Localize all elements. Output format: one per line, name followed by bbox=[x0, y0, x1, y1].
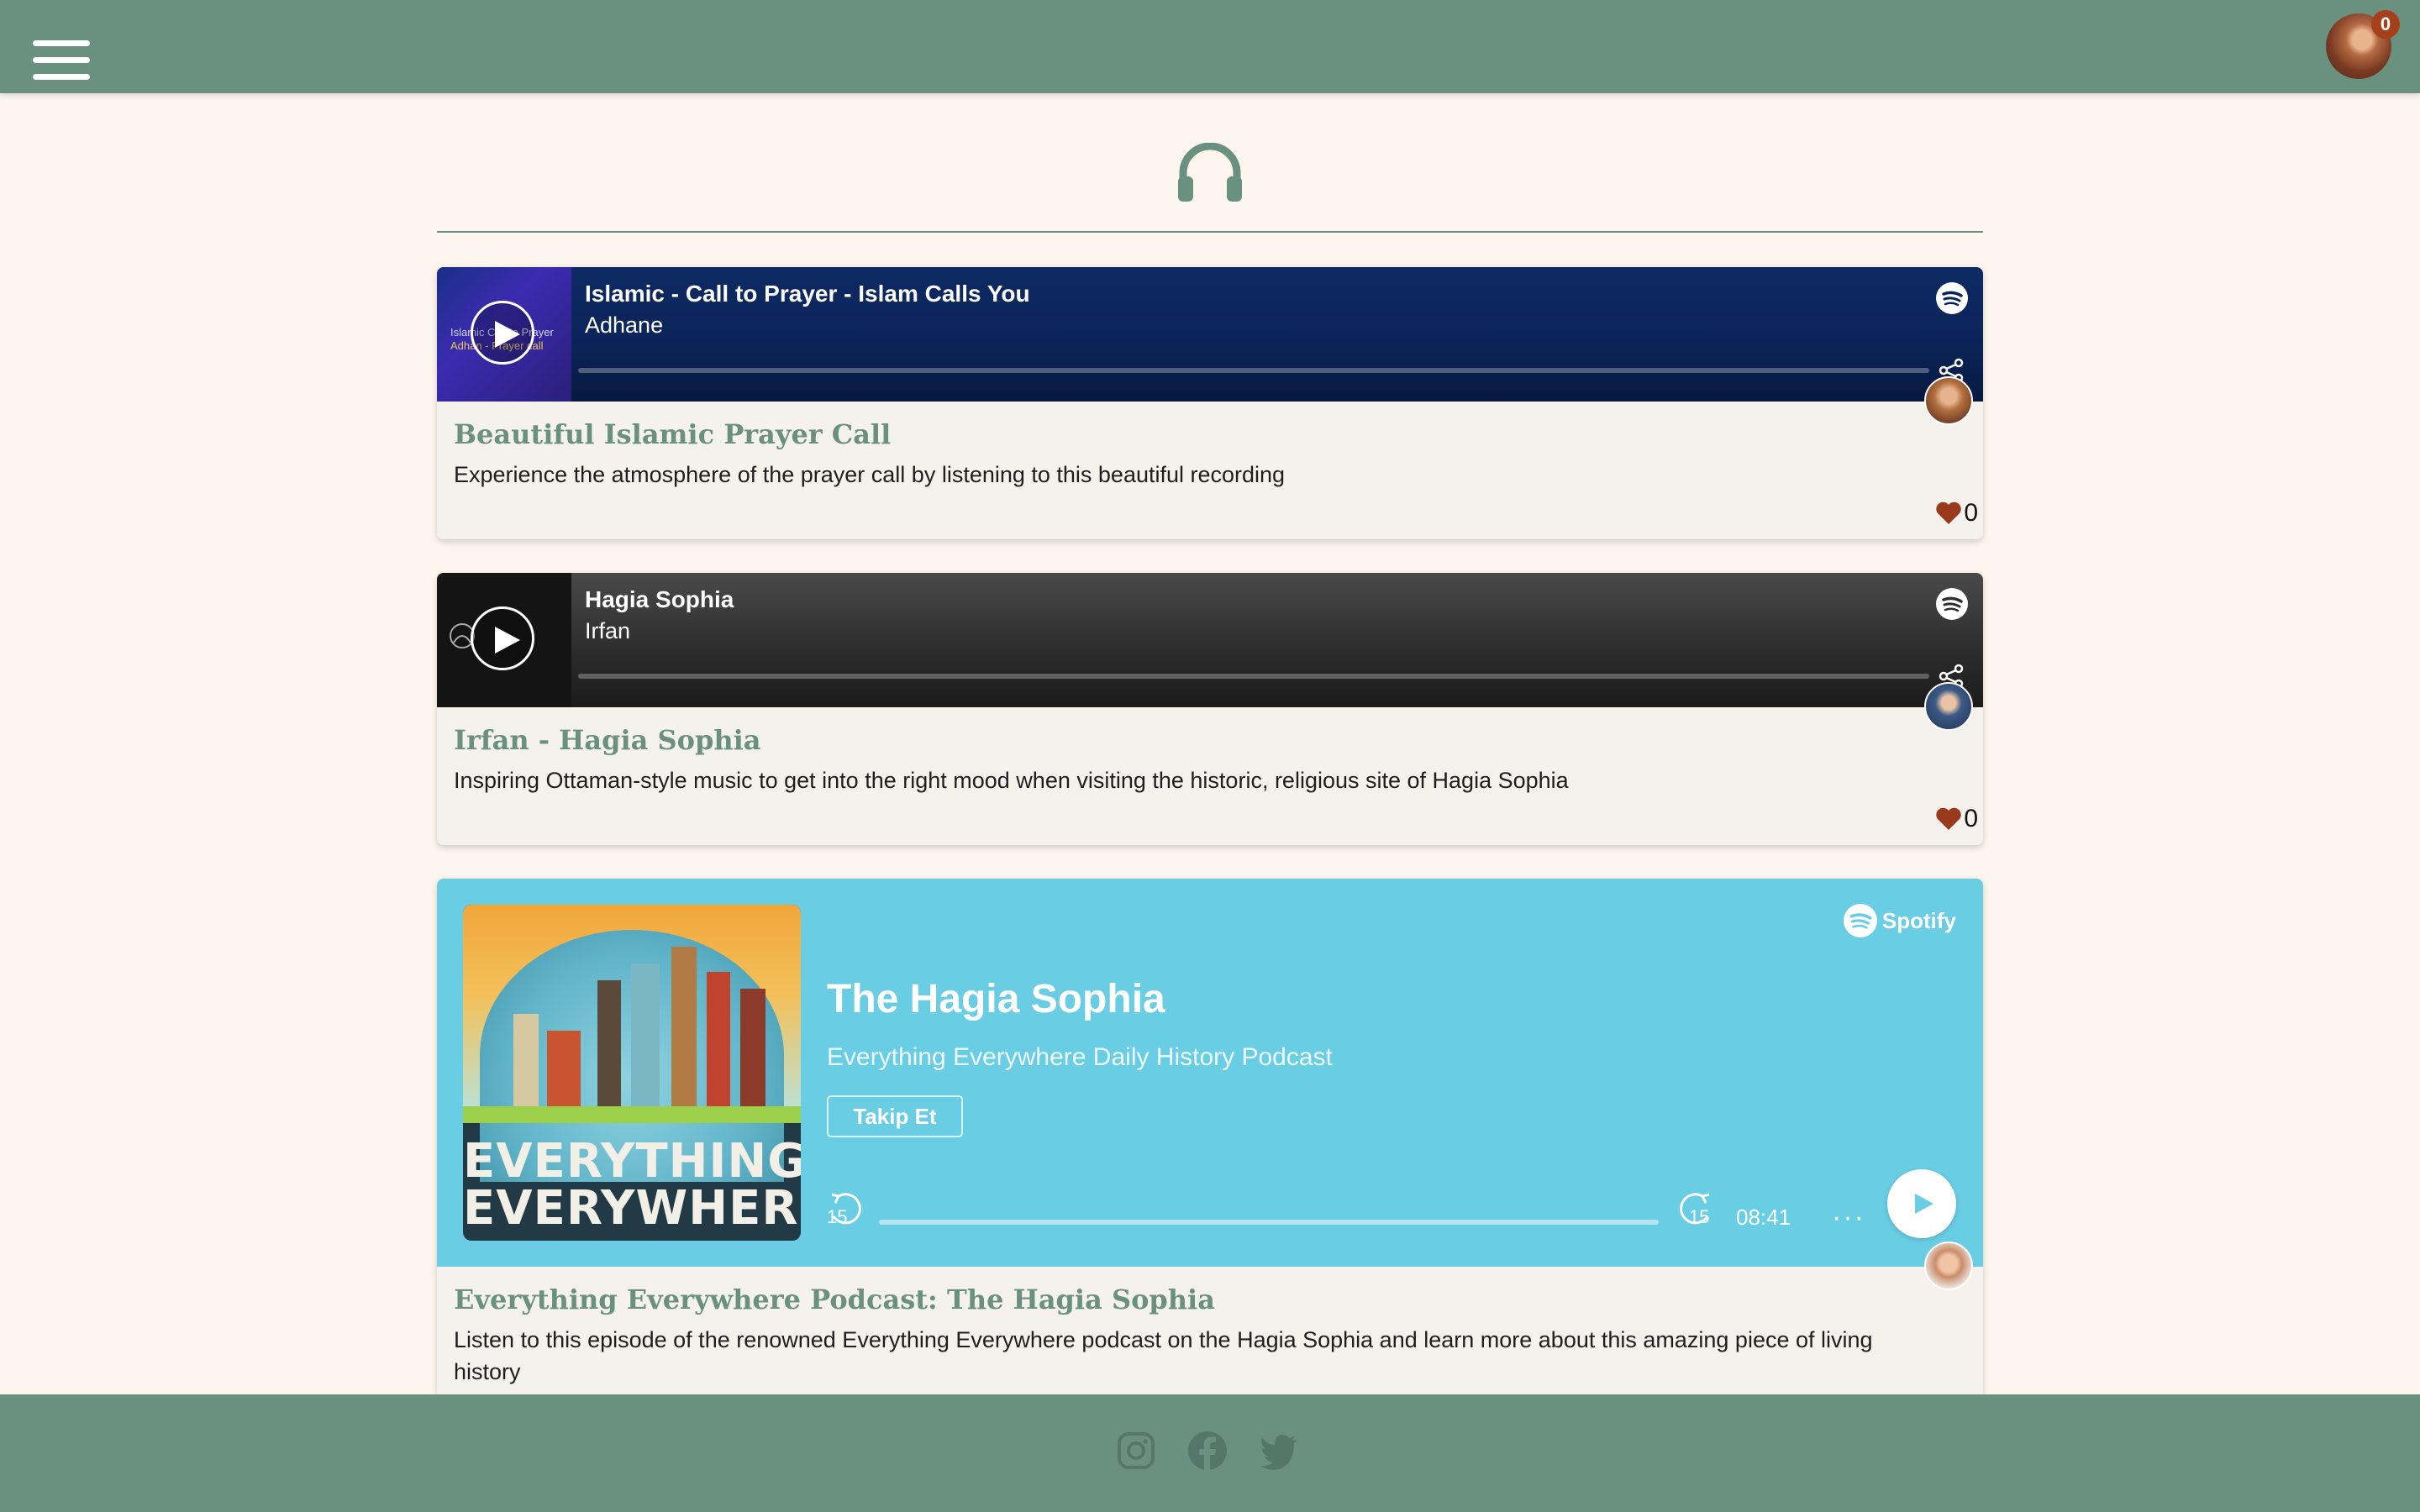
notification-badge[interactable]: 0 bbox=[2371, 10, 2400, 39]
track-cover bbox=[437, 573, 571, 707]
more-options-button[interactable]: ··· bbox=[1832, 1201, 1865, 1234]
poster-avatar[interactable] bbox=[1924, 682, 1973, 731]
like-button[interactable]: 0 bbox=[1935, 499, 1978, 528]
card-description: Listen to this episode of the renowned E… bbox=[454, 1327, 1873, 1384]
audio-card: Islamic Call to Prayer Adhan - Prayer ca… bbox=[437, 267, 1983, 539]
spotify-icon[interactable] bbox=[1936, 282, 1968, 314]
play-button[interactable] bbox=[471, 606, 534, 670]
play-icon bbox=[495, 627, 520, 654]
audio-card: Hagia Sophia Irfan Irfan - Hagia Sophia … bbox=[437, 573, 1983, 845]
footer bbox=[0, 1394, 2420, 1512]
top-navbar: 0 bbox=[0, 0, 2420, 93]
play-icon bbox=[495, 321, 520, 348]
progress-bar[interactable] bbox=[578, 368, 1929, 373]
heart-icon bbox=[1936, 807, 1962, 830]
twitter-icon[interactable] bbox=[1259, 1430, 1301, 1472]
skip-back-label: 15 bbox=[827, 1206, 848, 1227]
track-title: Hagia Sophia bbox=[585, 586, 734, 612]
cover-art-text: EVERYTHING EVERYWHERE bbox=[463, 1138, 801, 1232]
track-cover: Islamic Call to Prayer Adhan - Prayer ca… bbox=[437, 267, 571, 402]
heart-icon bbox=[1936, 501, 1962, 524]
like-button[interactable]: 0 bbox=[1935, 805, 1978, 833]
play-button[interactable] bbox=[471, 301, 534, 365]
track-title: Islamic - Call to Prayer - Islam Calls Y… bbox=[585, 281, 1030, 307]
card-description: Inspiring Ottaman-style music to get int… bbox=[454, 768, 1569, 793]
card-title[interactable]: Irfan - Hagia Sophia bbox=[454, 724, 761, 756]
section-divider bbox=[437, 231, 1983, 233]
spotify-player: Islamic Call to Prayer Adhan - Prayer ca… bbox=[437, 267, 1983, 402]
cover-art-line: EVERYWHERE bbox=[463, 1181, 801, 1236]
episode-duration: 08:41 bbox=[1736, 1205, 1791, 1230]
card-title[interactable]: Everything Everywhere Podcast: The Hagia… bbox=[454, 1284, 1215, 1315]
skip-forward-button[interactable]: 15 bbox=[1676, 1191, 1714, 1230]
card-title[interactable]: Beautiful Islamic Prayer Call bbox=[454, 418, 891, 450]
play-icon bbox=[1915, 1194, 1933, 1214]
episode-progress-bar[interactable] bbox=[879, 1220, 1659, 1225]
poster-avatar[interactable] bbox=[1924, 1242, 1973, 1290]
like-count: 0 bbox=[1964, 499, 1978, 527]
card-description: Experience the atmosphere of the prayer … bbox=[454, 462, 1286, 487]
facebook-icon[interactable] bbox=[1186, 1430, 1228, 1472]
play-episode-button[interactable] bbox=[1887, 1169, 1956, 1238]
episode-title[interactable]: The Hagia Sophia bbox=[827, 976, 1165, 1022]
spotify-icon[interactable] bbox=[1936, 588, 1968, 620]
podcast-cover-art[interactable]: EVERYTHING EVERYWHERE bbox=[463, 905, 801, 1241]
track-artist[interactable]: Irfan bbox=[585, 618, 630, 644]
like-count: 0 bbox=[1964, 805, 1978, 832]
follow-button[interactable]: Takip Et bbox=[827, 1095, 963, 1137]
cover-art-line: EVERYTHING bbox=[463, 1134, 801, 1189]
skip-forward-label: 15 bbox=[1689, 1206, 1710, 1227]
track-artist[interactable]: Adhane bbox=[585, 312, 663, 339]
podcast-card: EVERYTHING EVERYWHERE Spotify The Hagia … bbox=[437, 879, 1983, 1394]
progress-bar[interactable] bbox=[578, 674, 1929, 679]
spotify-icon bbox=[1843, 904, 1877, 937]
skip-back-button[interactable]: 15 bbox=[827, 1191, 865, 1230]
spotify-episode-embed: EVERYTHING EVERYWHERE Spotify The Hagia … bbox=[437, 879, 1983, 1267]
headphones-icon bbox=[1178, 143, 1242, 202]
show-name[interactable]: Everything Everywhere Daily History Podc… bbox=[827, 1043, 1333, 1072]
spotify-brand-label: Spotify bbox=[1881, 907, 1956, 933]
spotify-brand-link[interactable]: Spotify bbox=[1843, 904, 1956, 937]
instagram-icon[interactable] bbox=[1115, 1430, 1157, 1472]
hamburger-menu-icon[interactable] bbox=[33, 40, 90, 81]
spotify-player: Hagia Sophia Irfan bbox=[437, 573, 1983, 707]
poster-avatar[interactable] bbox=[1924, 376, 1973, 425]
